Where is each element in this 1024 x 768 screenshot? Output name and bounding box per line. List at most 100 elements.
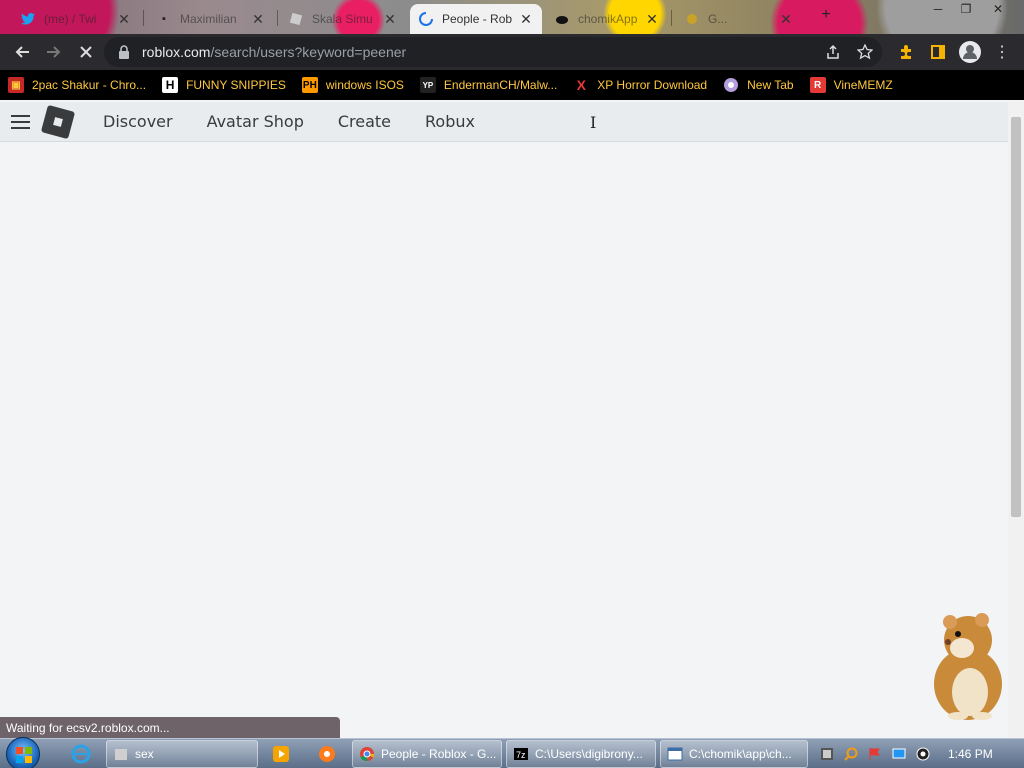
- roblox-logo-icon[interactable]: [40, 104, 76, 139]
- nav-link-avatar-shop[interactable]: Avatar Shop: [190, 112, 321, 131]
- r-icon: R: [809, 77, 826, 93]
- twitter-icon: [20, 11, 36, 27]
- bookmark-vinememz[interactable]: R VineMEMZ: [809, 77, 893, 93]
- tab-title: People - Rob: [442, 12, 513, 26]
- bookmark-endermanch[interactable]: YP EndermanCH/Malw...: [419, 77, 557, 93]
- tab-title: chomikApp: [578, 12, 638, 26]
- task-label: People - Roblox - G...: [381, 747, 497, 761]
- x-icon: X: [576, 77, 586, 93]
- close-icon[interactable]: ✕: [644, 11, 660, 28]
- close-icon[interactable]: ✕: [116, 11, 132, 28]
- app-launcher-icon[interactable]: [304, 741, 350, 767]
- status-bubble: Waiting for ecsv2.roblox.com...: [0, 717, 340, 738]
- bookmark-label: 2pac Shakur - Chro...: [32, 78, 147, 92]
- lock-icon: [119, 45, 129, 59]
- bookmarks-bar: ▣ 2pac Shakur - Chro... H FUNNY SNIPPIES…: [0, 70, 1024, 100]
- loading-spinner-icon: [418, 11, 434, 27]
- text-cursor-icon: I: [590, 113, 597, 132]
- bookmark-xp-horror[interactable]: X XP Horror Download: [573, 77, 708, 93]
- tab-favicon: [288, 11, 304, 27]
- bookmark-2pac[interactable]: ▣ 2pac Shakur - Chro...: [8, 77, 146, 93]
- tab-favicon: [684, 11, 700, 27]
- url-host: roblox.com: [142, 44, 211, 60]
- task-label: sex: [135, 747, 154, 761]
- tab-twitter[interactable]: (me) / Twi ✕: [12, 4, 140, 34]
- folder-icon: [115, 749, 127, 760]
- close-icon[interactable]: ✕: [518, 11, 534, 28]
- stop-loading-icon[interactable]: [70, 36, 102, 68]
- forward-icon[interactable]: [38, 36, 70, 68]
- taskbar-clock[interactable]: 1:46 PM: [948, 747, 993, 761]
- tab-skala[interactable]: Skala Simu ✕: [280, 4, 406, 34]
- cloud-icon: [554, 11, 570, 27]
- close-icon[interactable]: ✕: [382, 11, 398, 28]
- tab-favicon: ▪: [162, 13, 166, 25]
- extensions-icon[interactable]: [890, 36, 922, 68]
- 7zip-icon: 7z: [514, 748, 528, 760]
- task-label: C:\Users\digibrony...: [535, 747, 643, 761]
- bookmark-funny-snippies[interactable]: H FUNNY SNIPPIES: [162, 77, 286, 93]
- tab-maximilian[interactable]: ▪ Maximilian ✕: [148, 4, 274, 34]
- tab-strip: (me) / Twi ✕ ▪ Maximilian ✕ Skala Simu ✕…: [0, 0, 1024, 34]
- share-icon[interactable]: [818, 37, 848, 67]
- restore-icon[interactable]: ❐: [952, 2, 980, 18]
- close-window-icon[interactable]: ✕: [984, 2, 1012, 18]
- chrome-icon: [360, 747, 375, 762]
- bookmark-new-tab[interactable]: New Tab: [723, 77, 794, 93]
- tab-title: Skala Simu: [312, 12, 373, 26]
- internet-explorer-icon[interactable]: [58, 741, 104, 767]
- tab-title: Maximilian: [180, 12, 237, 26]
- windows-flag-icon: [16, 747, 32, 763]
- h-icon: H: [162, 77, 179, 93]
- taskbar-task-sex[interactable]: sex: [106, 740, 258, 768]
- scrollbar-thumb[interactable]: [1011, 117, 1021, 517]
- tray-search-icon[interactable]: [844, 747, 858, 761]
- roblox-nav-bar: Discover Avatar Shop Create Robux: [0, 102, 1008, 142]
- page-content: Discover Avatar Shop Create Robux: [0, 102, 1008, 738]
- side-panel-icon[interactable]: [922, 36, 954, 68]
- tab-chomikapp[interactable]: chomikApp ✕: [546, 4, 668, 34]
- bookmark-label: windows ISOS: [325, 78, 404, 92]
- windows-taskbar: sex People - Roblox - G... 7z C:\Users\d…: [0, 737, 1024, 768]
- start-button[interactable]: [6, 737, 40, 768]
- bookmark-windows-isos[interactable]: PH windows ISOS: [301, 77, 404, 93]
- profile-avatar-icon[interactable]: [954, 36, 986, 68]
- bookmark-label: VineMEMZ: [833, 78, 893, 92]
- new-tab-button[interactable]: +: [812, 6, 840, 23]
- url-path: /search/users?keyword=peener: [210, 44, 407, 60]
- window-icon: [667, 747, 683, 761]
- star-icon[interactable]: [850, 37, 880, 67]
- svg-text:7z: 7z: [516, 750, 526, 760]
- taskbar-task-chrome[interactable]: People - Roblox - G...: [352, 740, 502, 768]
- taskbar-task-7zip[interactable]: 7z C:\Users\digibrony...: [506, 740, 656, 768]
- globe-icon: [723, 77, 739, 93]
- browser-toolbar: roblox.com/search/users?keyword=peener ⋮: [0, 34, 1024, 70]
- tab-separator: [143, 10, 144, 26]
- tab-separator: [671, 10, 672, 26]
- hamburger-menu-icon[interactable]: [0, 102, 40, 142]
- minimize-icon[interactable]: ─: [924, 2, 952, 18]
- media-player-icon[interactable]: [258, 741, 304, 767]
- tab-separator: [277, 10, 278, 26]
- close-icon[interactable]: ✕: [250, 11, 266, 28]
- task-label: C:\chomik\app\ch...: [689, 747, 792, 761]
- tray-flag-icon[interactable]: [868, 747, 882, 761]
- close-icon[interactable]: ✕: [778, 11, 794, 28]
- nav-link-create[interactable]: Create: [321, 112, 408, 131]
- tab-other[interactable]: G... ✕: [676, 4, 802, 34]
- nav-link-discover[interactable]: Discover: [86, 112, 190, 131]
- nav-link-robux[interactable]: Robux: [408, 112, 492, 131]
- bookmark-label: FUNNY SNIPPIES: [186, 78, 286, 92]
- address-bar[interactable]: roblox.com/search/users?keyword=peener: [104, 37, 882, 67]
- back-icon[interactable]: [6, 36, 38, 68]
- bookmark-label: New Tab: [747, 78, 794, 92]
- ph-icon: PH: [301, 77, 318, 93]
- taskbar-task-explorer[interactable]: C:\chomik\app\ch...: [660, 740, 808, 768]
- tray-obs-icon[interactable]: [916, 747, 930, 761]
- tab-people-roblox[interactable]: People - Rob ✕: [410, 4, 542, 34]
- tray-network-icon[interactable]: [820, 747, 834, 761]
- tab-title: (me) / Twi: [44, 12, 97, 26]
- menu-kebab-icon[interactable]: ⋮: [986, 36, 1018, 68]
- hamster-pet-icon[interactable]: [920, 612, 1012, 722]
- tray-monitor-icon[interactable]: [892, 747, 906, 761]
